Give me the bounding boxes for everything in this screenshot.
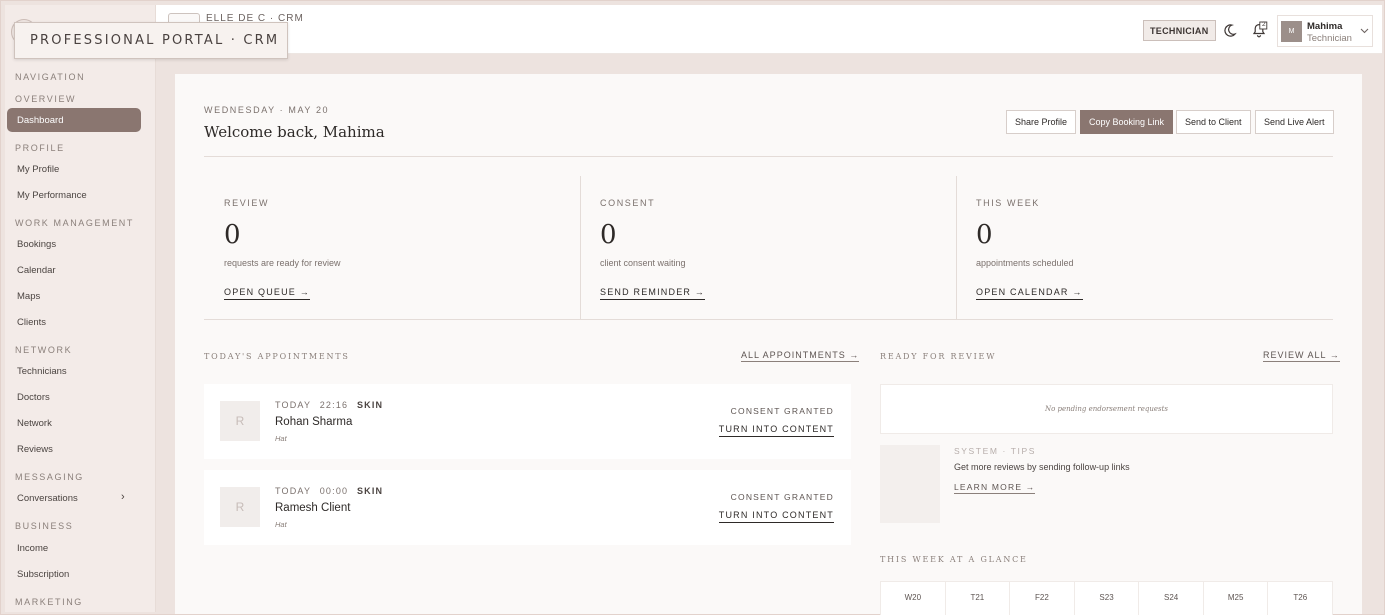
appointment-subtitle: Hat xyxy=(275,434,287,443)
sidebar-item-subscription[interactable]: Subscription xyxy=(17,569,69,580)
date-label: WEDNESDAY · MAY 20 xyxy=(204,105,330,115)
stat-value: 0 xyxy=(224,220,241,250)
avatar: M xyxy=(1281,21,1302,42)
nav-group-navigation: NAVIGATION xyxy=(15,72,86,82)
send-to-client-button[interactable]: Send to Client xyxy=(1176,110,1251,134)
stat-card-review: REVIEW 0 requests are ready for review O… xyxy=(204,176,580,319)
consent-status: CONSENT GRANTED xyxy=(730,492,834,502)
week-day-cell[interactable]: S23 xyxy=(1075,582,1140,615)
sidebar-item-network[interactable]: Network xyxy=(17,418,52,429)
chevron-right-icon[interactable]: › xyxy=(121,491,125,503)
role-badge: TECHNICIAN xyxy=(1143,20,1216,41)
dashboard-panel: WEDNESDAY · MAY 20 Welcome back, Mahima … xyxy=(175,74,1362,615)
send-reminder-link[interactable]: SEND REMINDER → xyxy=(600,287,706,300)
page-title: Welcome back, Mahima xyxy=(204,123,385,141)
sidebar-item-income[interactable]: Income xyxy=(17,543,48,554)
appointment-type: SKIN xyxy=(356,486,384,496)
all-appointments-link[interactable]: ALL APPOINTMENTS → xyxy=(741,350,860,362)
stat-card-this-week: THIS WEEK 0 appointments scheduled OPEN … xyxy=(956,176,1332,319)
app-window: NAVIGATION OVERVIEW Dashboard PROFILE My… xyxy=(0,0,1385,615)
nav-group-overview: OVERVIEW xyxy=(15,94,77,104)
user-name: Mahima xyxy=(1307,21,1343,32)
turn-into-content-link[interactable]: TURN INTO CONTENT xyxy=(718,510,834,523)
client-name: Ramesh Client xyxy=(275,502,351,514)
appointment-meta: TODAY 00:00 SKIN xyxy=(275,486,383,496)
appointment-meta: TODAY 22:16 SKIN xyxy=(275,400,383,410)
sidebar-item-technicians[interactable]: Technicians xyxy=(17,366,67,377)
appointment-time: 22:16 xyxy=(319,400,349,410)
review-all-link[interactable]: REVIEW ALL → xyxy=(1263,350,1340,362)
bell-icon[interactable]: 2 xyxy=(1247,18,1271,42)
user-role: Technician xyxy=(1307,33,1352,44)
stat-label: REVIEW xyxy=(224,198,270,208)
stat-label: THIS WEEK xyxy=(976,198,1040,208)
client-name: Rohan Sharma xyxy=(275,416,353,428)
week-day-cell[interactable]: T21 xyxy=(946,582,1011,615)
stat-card-consent: CONSENT 0 client consent waiting SEND RE… xyxy=(580,176,956,319)
sidebar-item-calendar[interactable]: Calendar xyxy=(17,265,56,276)
client-avatar: R xyxy=(220,487,260,527)
client-avatar: R xyxy=(220,401,260,441)
nav-group-messaging: MESSAGING xyxy=(15,472,84,482)
tip-image xyxy=(880,445,940,523)
sidebar-item-doctors[interactable]: Doctors xyxy=(17,392,50,403)
stat-value: 0 xyxy=(976,220,993,250)
review-section-title: READY FOR REVIEW xyxy=(880,352,997,361)
nav-group-work-management: WORK MANAGEMENT xyxy=(15,218,135,228)
top-bar: ELLE DE C · CRM TECHNICIAN 2 M Mahima Te… xyxy=(156,5,1382,54)
appointment-time: 00:00 xyxy=(319,486,349,496)
chevron-down-icon[interactable] xyxy=(1360,26,1369,37)
appointment-day: TODAY xyxy=(275,400,312,410)
tip-label: SYSTEM · TIPS xyxy=(954,446,1037,456)
week-day-cell[interactable]: W20 xyxy=(881,582,946,615)
stat-desc: client consent waiting xyxy=(600,258,686,268)
user-menu[interactable]: M Mahima Technician xyxy=(1277,15,1373,47)
sidebar: NAVIGATION OVERVIEW Dashboard PROFILE My… xyxy=(5,5,156,612)
appointment-type: SKIN xyxy=(356,400,384,410)
learn-more-link[interactable]: LEARN MORE → xyxy=(954,482,1036,494)
sidebar-item-my-performance[interactable]: My Performance xyxy=(17,190,87,201)
turn-into-content-link[interactable]: TURN INTO CONTENT xyxy=(718,424,834,437)
week-section-title: THIS WEEK AT A GLANCE xyxy=(880,555,1028,564)
week-grid: W20 T21 F22 S23 S24 M25 T26 xyxy=(880,581,1333,615)
sidebar-item-bookings[interactable]: Bookings xyxy=(17,239,56,250)
brand-tooltip: PROFESSIONAL PORTAL · CRM xyxy=(14,22,288,59)
sidebar-item-reviews[interactable]: Reviews xyxy=(17,444,53,455)
appointment-subtitle: Hat xyxy=(275,520,287,529)
appointment-card[interactable]: R TODAY 22:16 SKIN Rohan Sharma Hat CONS… xyxy=(204,384,851,459)
nav-group-profile: PROFILE xyxy=(15,143,65,153)
stat-desc: appointments scheduled xyxy=(976,258,1074,268)
stat-label: CONSENT xyxy=(600,198,656,208)
review-empty-state: No pending endorsement requests xyxy=(880,384,1333,434)
nav-group-marketing: MARKETING xyxy=(15,597,83,607)
divider xyxy=(204,156,1333,157)
stat-value: 0 xyxy=(600,220,617,250)
copy-booking-link-button[interactable]: Copy Booking Link xyxy=(1080,110,1174,134)
open-calendar-link[interactable]: OPEN CALENDAR → xyxy=(976,287,1083,300)
sidebar-item-dashboard[interactable]: Dashboard xyxy=(7,108,141,132)
tip-text: Get more reviews by sending follow-up li… xyxy=(954,462,1130,472)
week-day-cell[interactable]: T26 xyxy=(1268,582,1332,615)
week-day-cell[interactable]: S24 xyxy=(1139,582,1204,615)
divider xyxy=(204,319,1333,320)
stat-desc: requests are ready for review xyxy=(224,258,341,268)
moon-icon[interactable] xyxy=(1217,18,1241,42)
nav-group-business: BUSINESS xyxy=(15,521,74,531)
sidebar-item-conversations[interactable]: Conversations xyxy=(17,493,78,504)
share-profile-button[interactable]: Share Profile xyxy=(1006,110,1077,134)
open-queue-link[interactable]: OPEN QUEUE → xyxy=(224,287,310,300)
appointment-card[interactable]: R TODAY 00:00 SKIN Ramesh Client Hat CON… xyxy=(204,470,851,545)
week-day-cell[interactable]: M25 xyxy=(1204,582,1269,615)
nav-group-network: NETWORK xyxy=(15,345,73,355)
consent-status: CONSENT GRANTED xyxy=(730,406,834,416)
week-day-cell[interactable]: F22 xyxy=(1010,582,1075,615)
sidebar-item-maps[interactable]: Maps xyxy=(17,291,40,302)
appointments-section-title: TODAY'S APPOINTMENTS xyxy=(204,352,350,361)
send-live-alert-button[interactable]: Send Live Alert xyxy=(1255,110,1334,134)
sidebar-item-clients[interactable]: Clients xyxy=(17,317,46,328)
sidebar-item-my-profile[interactable]: My Profile xyxy=(17,164,59,175)
notification-count: 2 xyxy=(1262,21,1266,28)
appointment-day: TODAY xyxy=(275,486,312,496)
